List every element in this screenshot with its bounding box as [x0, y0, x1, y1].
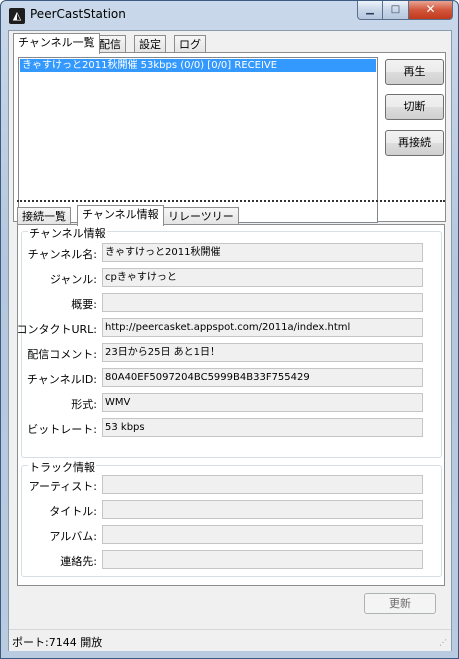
channel-name-field[interactable]: きゃすけっと2011秋開催	[102, 243, 423, 262]
channel-name-label: チャンネル名:	[27, 248, 97, 261]
reconnect-button[interactable]: 再接続	[385, 130, 444, 156]
track-contact-field[interactable]	[102, 550, 423, 569]
channel-list-panel: きゃすけっと2011秋開催 53kbps (0/0) [0/0] RECEIVE…	[13, 52, 446, 223]
tab-channel-list[interactable]: チャンネル一覧	[13, 33, 100, 54]
update-button[interactable]: 更新	[364, 593, 436, 614]
comment-label: 配信コメント:	[27, 348, 97, 361]
album-label: アルバム:	[49, 530, 97, 543]
disconnect-button[interactable]: 切断	[385, 94, 444, 120]
track-info-legend: トラック情報	[28, 459, 96, 475]
status-text: ポート:7144 開放	[12, 636, 103, 649]
app-icon[interactable]: ◭	[9, 8, 25, 24]
track-contact-label: 連絡先:	[60, 555, 97, 568]
resize-grip-icon[interactable]: ⋰	[439, 639, 449, 649]
contact-url-label: コンタクトURL:	[16, 323, 97, 336]
close-button[interactable]: ✕	[409, 1, 453, 20]
window-controls: ▁ □ ✕	[357, 1, 453, 20]
minimize-button[interactable]: ▁	[357, 1, 383, 20]
comment-field[interactable]: 23日から25日 あと1日！	[102, 343, 423, 362]
format-label: 形式:	[71, 398, 97, 411]
tab-relay-tree[interactable]: リレーツリー	[163, 207, 239, 225]
bitrate-label: ビットレート:	[27, 423, 97, 436]
main-window: ◭ PeerCastStation ▁ □ ✕ チャンネル一覧 配信 設定 ログ…	[0, 0, 459, 659]
play-button[interactable]: 再生	[385, 59, 444, 85]
title-bar[interactable]: ◭ PeerCastStation ▁ □ ✕	[1, 1, 458, 29]
tab-log[interactable]: ログ	[174, 35, 206, 53]
channel-info-group: チャンネル情報 チャンネル名: きゃすけっと2011秋開催 ジャンル: cpきゃ…	[16, 225, 442, 458]
artist-field[interactable]	[102, 475, 423, 494]
album-field[interactable]	[102, 525, 423, 544]
status-bar: ポート:7144 開放 ⋰	[9, 629, 451, 651]
bitrate-field[interactable]: 53 kbps	[102, 418, 423, 437]
channel-id-label: チャンネルID:	[26, 373, 97, 386]
tab-settings[interactable]: 設定	[134, 35, 166, 53]
tab-channel-info[interactable]: チャンネル情報	[77, 205, 164, 226]
window-title: PeerCastStation	[30, 7, 126, 21]
genre-field[interactable]: cpきゃすけっと	[102, 268, 423, 287]
track-title-field[interactable]	[102, 500, 423, 519]
track-title-label: タイトル:	[49, 505, 97, 518]
description-field[interactable]	[102, 293, 423, 312]
contact-url-field[interactable]: http://peercasket.appspot.com/2011a/inde…	[102, 318, 423, 337]
track-info-group: トラック情報 アーティスト: タイトル: アルバム: 連絡先:	[21, 459, 442, 577]
channel-list-item[interactable]: きゃすけっと2011秋開催 53kbps (0/0) [0/0] RECEIVE	[20, 59, 376, 72]
client-area: チャンネル一覧 配信 設定 ログ きゃすけっと2011秋開催 53kbps (0…	[8, 30, 452, 651]
tab-connections[interactable]: 接続一覧	[17, 207, 71, 225]
maximize-button[interactable]: □	[383, 1, 409, 20]
format-field[interactable]: WMV	[102, 393, 423, 412]
channel-info-panel: チャンネル情報 チャンネル名: きゃすけっと2011秋開催 ジャンル: cpきゃ…	[16, 224, 445, 586]
description-label: 概要:	[71, 298, 97, 311]
channel-id-field[interactable]: 80A40EF5097204BC5999B4B33F755429	[102, 368, 423, 387]
splitter[interactable]	[17, 200, 445, 202]
channel-info-legend: チャンネル情報	[28, 225, 107, 241]
channel-listbox[interactable]: きゃすけっと2011秋開催 53kbps (0/0) [0/0] RECEIVE	[18, 57, 378, 223]
artist-label: アーティスト:	[28, 480, 97, 493]
genre-label: ジャンル:	[49, 273, 97, 286]
